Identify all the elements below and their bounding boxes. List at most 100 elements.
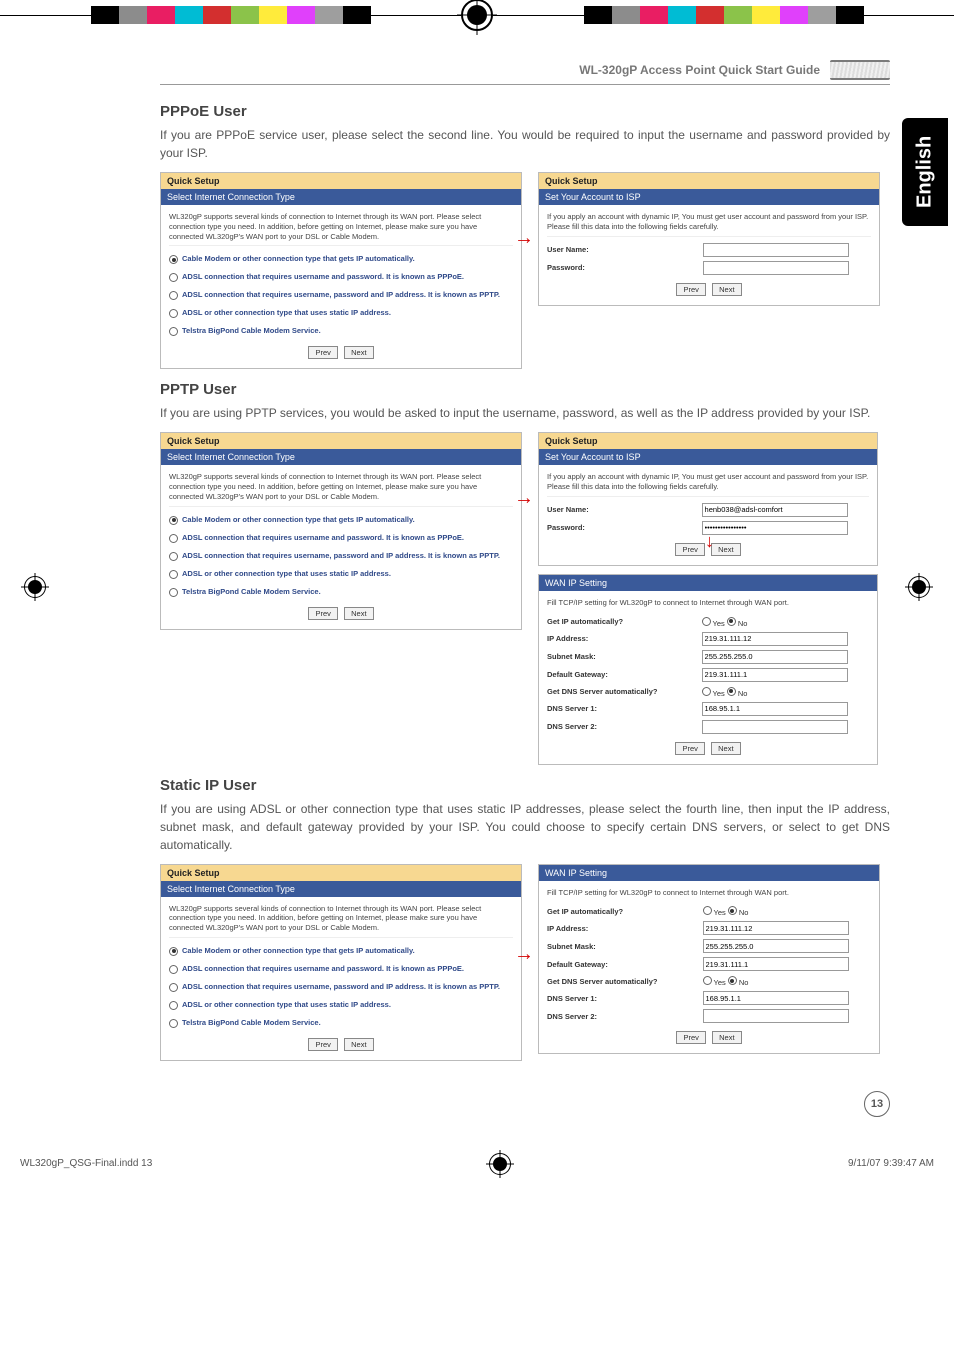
prev-button[interactable]: Prev xyxy=(308,346,337,359)
get-ip-radio[interactable]: Yes No xyxy=(702,616,748,628)
connection-option[interactable]: ADSL connection that requires username a… xyxy=(169,529,513,547)
connection-option[interactable]: ADSL connection that requires username, … xyxy=(169,978,513,996)
gw-input[interactable] xyxy=(702,668,848,682)
ip-input[interactable] xyxy=(702,632,848,646)
next-button[interactable]: Next xyxy=(344,346,373,359)
radio-icon[interactable] xyxy=(169,1001,178,1010)
radio-icon[interactable] xyxy=(169,1019,178,1028)
next-button[interactable]: Next xyxy=(344,1038,373,1051)
option-label: ADSL or other connection type that uses … xyxy=(182,1000,391,1009)
panel-subtitle: Set Your Account to ISP xyxy=(539,189,879,205)
connection-option[interactable]: Cable Modem or other connection type tha… xyxy=(169,250,513,268)
next-button[interactable]: Next xyxy=(712,283,741,296)
connection-option[interactable]: Telstra BigPond Cable Modem Service. xyxy=(169,1014,513,1032)
mask-label: Subnet Mask: xyxy=(547,942,703,951)
next-button[interactable]: Next xyxy=(711,543,740,556)
arrow-icon: → xyxy=(514,944,534,964)
pptp-conn-panel: Quick Setup Select Internet Connection T… xyxy=(160,432,522,629)
pptp-wan-panel: WAN IP Setting Fill TCP/IP setting for W… xyxy=(538,574,878,765)
panel-title: Quick Setup xyxy=(539,433,877,449)
radio-icon[interactable] xyxy=(169,516,178,525)
arrow-icon: → xyxy=(514,488,534,508)
panel-intro: WL320gP supports several kinds of connec… xyxy=(169,470,513,506)
radio-icon[interactable] xyxy=(169,534,178,543)
radio-icon[interactable] xyxy=(169,309,178,318)
connection-option[interactable]: ADSL connection that requires username, … xyxy=(169,286,513,304)
mask-input[interactable] xyxy=(703,939,849,953)
option-label: Cable Modem or other connection type tha… xyxy=(182,515,415,524)
radio-icon[interactable] xyxy=(169,273,178,282)
panel-subtitle: Set Your Account to ISP xyxy=(539,449,877,465)
connection-option[interactable]: Telstra BigPond Cable Modem Service. xyxy=(169,322,513,340)
option-label: Cable Modem or other connection type tha… xyxy=(182,946,415,955)
radio-icon[interactable] xyxy=(169,570,178,579)
connection-option[interactable]: Cable Modem or other connection type tha… xyxy=(169,942,513,960)
dns2-input[interactable] xyxy=(703,1009,849,1023)
prev-button[interactable]: Prev xyxy=(308,1038,337,1051)
gw-input[interactable] xyxy=(703,957,849,971)
connection-option[interactable]: Telstra BigPond Cable Modem Service. xyxy=(169,583,513,601)
radio-icon[interactable] xyxy=(169,965,178,974)
pppoe-heading: PPPoE User xyxy=(160,103,890,120)
next-button[interactable]: Next xyxy=(712,1031,741,1044)
prev-button[interactable]: Prev xyxy=(676,1031,705,1044)
password-input[interactable] xyxy=(702,521,848,535)
radio-icon[interactable] xyxy=(169,291,178,300)
ip-label: IP Address: xyxy=(547,924,703,933)
get-dns-radio[interactable]: Yes No xyxy=(702,686,748,698)
ip-input[interactable] xyxy=(703,921,849,935)
panel-subtitle: Select Internet Connection Type xyxy=(161,449,521,465)
password-input[interactable] xyxy=(703,261,849,275)
panel-intro: If you apply an account with dynamic IP,… xyxy=(547,470,869,497)
pppoe-body: If you are PPPoE service user, please se… xyxy=(160,126,890,162)
print-registration-bar xyxy=(0,0,954,30)
next-button[interactable]: Next xyxy=(711,742,740,755)
connection-option[interactable]: ADSL connection that requires username a… xyxy=(169,960,513,978)
option-label: ADSL connection that requires username, … xyxy=(182,982,500,991)
connection-option[interactable]: ADSL or other connection type that uses … xyxy=(169,565,513,583)
pppoe-conn-panel: Quick Setup Select Internet Connection T… xyxy=(160,172,522,369)
registration-mark-icon xyxy=(489,1153,511,1175)
side-registration-left-icon xyxy=(24,576,46,598)
connection-option[interactable]: ADSL or other connection type that uses … xyxy=(169,996,513,1014)
dns1-input[interactable] xyxy=(703,991,849,1005)
language-tab: English xyxy=(902,118,948,226)
radio-icon[interactable] xyxy=(169,947,178,956)
dns2-label: DNS Server 2: xyxy=(547,1012,703,1021)
get-ip-label: Get IP automatically? xyxy=(547,617,702,626)
radio-icon[interactable] xyxy=(169,552,178,561)
page-number: 13 xyxy=(864,1091,890,1117)
static-wan-panel: WAN IP Setting Fill TCP/IP setting for W… xyxy=(538,864,880,1055)
connection-option[interactable]: ADSL or other connection type that uses … xyxy=(169,304,513,322)
dns1-input[interactable] xyxy=(702,702,848,716)
connection-option[interactable]: ADSL connection that requires username a… xyxy=(169,268,513,286)
username-input[interactable] xyxy=(702,503,848,517)
prev-button[interactable]: Prev xyxy=(675,742,704,755)
panel-intro: WL320gP supports several kinds of connec… xyxy=(169,210,513,246)
connection-option[interactable]: Cable Modem or other connection type tha… xyxy=(169,511,513,529)
get-dns-radio[interactable]: Yes No xyxy=(703,975,749,987)
radio-icon[interactable] xyxy=(169,327,178,336)
radio-icon[interactable] xyxy=(169,255,178,264)
connection-option[interactable]: ADSL connection that requires username, … xyxy=(169,547,513,565)
panel-intro: Fill TCP/IP setting for WL320gP to conne… xyxy=(547,596,869,612)
panel-title: Quick Setup xyxy=(539,173,879,189)
get-ip-radio[interactable]: Yes No xyxy=(703,905,749,917)
dns2-input[interactable] xyxy=(702,720,848,734)
panel-title: Quick Setup xyxy=(161,173,521,189)
prev-button[interactable]: Prev xyxy=(308,607,337,620)
prev-button[interactable]: Prev xyxy=(675,543,704,556)
password-label: Password: xyxy=(547,523,702,532)
footer-timestamp: 9/11/07 9:39:47 AM xyxy=(848,1158,934,1169)
option-label: Telstra BigPond Cable Modem Service. xyxy=(182,1018,321,1027)
option-label: ADSL connection that requires username a… xyxy=(182,533,464,542)
ip-label: IP Address: xyxy=(547,634,702,643)
option-label: ADSL connection that requires username, … xyxy=(182,551,500,560)
radio-icon[interactable] xyxy=(169,588,178,597)
get-ip-label: Get IP automatically? xyxy=(547,907,703,916)
mask-input[interactable] xyxy=(702,650,848,664)
radio-icon[interactable] xyxy=(169,983,178,992)
username-input[interactable] xyxy=(703,243,849,257)
prev-button[interactable]: Prev xyxy=(676,283,705,296)
next-button[interactable]: Next xyxy=(344,607,373,620)
